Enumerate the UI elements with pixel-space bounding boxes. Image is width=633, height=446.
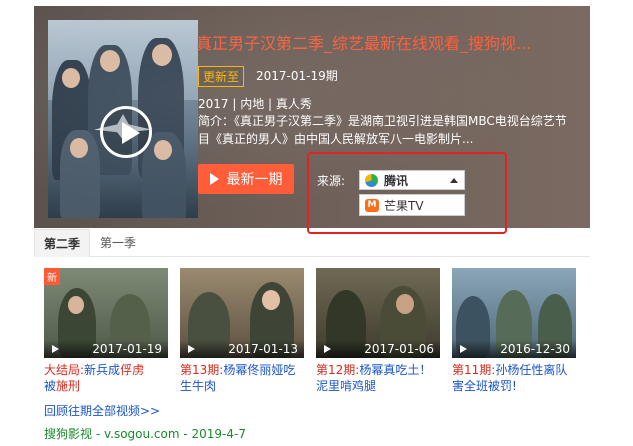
show-meta: 2017 | 内地 | 真人秀 <box>198 97 312 111</box>
source-selected-label: 腾讯 <box>384 173 409 188</box>
latest-episode-button[interactable]: 最新一期 <box>198 164 294 194</box>
tab-season-2[interactable]: 第二季 <box>34 229 90 257</box>
episode-title-text: 新兵成 <box>84 363 121 377</box>
episode-number: 第13期: <box>180 363 224 377</box>
episode-number: 大结局: <box>44 363 85 377</box>
new-badge: 新 <box>44 268 60 285</box>
play-icon <box>188 345 195 353</box>
episode-keyword: 俘虏 <box>120 363 145 377</box>
source-dropdown[interactable]: 腾讯 <box>359 170 465 190</box>
source-option-label: 芒果TV <box>384 198 424 213</box>
episode-card[interactable]: 2016-12-30 第11期:孙杨任性离队害全班被罚! <box>452 268 576 394</box>
episode-thumbnail[interactable]: 2017-01-06 <box>316 268 440 358</box>
episode-date: 2017-01-13 <box>228 342 298 356</box>
show-description: 简介：《真正男子汉第二季》是湖南卫视引进是韩国MBC电视台综艺节目《真正的男人》… <box>198 114 567 146</box>
thumbnail-face <box>68 296 84 314</box>
episode-thumbnail[interactable]: 2017-01-13 <box>180 268 304 358</box>
caret-up-icon <box>450 178 458 183</box>
episode-number: 第12期: <box>316 363 360 377</box>
episode-title[interactable]: 大结局:新兵成俘虏被施刑 <box>44 362 168 394</box>
episode-keyword: 施刑 <box>56 379 81 393</box>
show-title[interactable]: 真正男子汉第二季_综艺最新在线观看_搜狗视... <box>196 30 576 54</box>
source-label: 来源: <box>317 174 346 188</box>
episode-date: 2017-01-06 <box>364 342 434 356</box>
source-attribution: 搜狗影视 - v.sogou.com - 2019-4-7 <box>44 427 246 441</box>
play-triangle <box>122 122 140 144</box>
episode-date: 2017-01-19 <box>92 342 162 356</box>
play-icon <box>460 345 467 353</box>
episode-title[interactable]: 第11期:孙杨任性离队害全班被罚! <box>452 362 576 394</box>
play-icon <box>324 345 331 353</box>
episode-card[interactable]: 2017-01-13 第13期:杨幂佟丽娅吃生牛肉 <box>180 268 304 394</box>
play-icon <box>52 345 59 353</box>
tencent-video-logo <box>365 173 378 187</box>
episode-thumbnail[interactable]: 2016-12-30 <box>452 268 576 358</box>
poster-face <box>62 68 80 88</box>
tab-season-1[interactable]: 第一季 <box>100 229 136 257</box>
thumbnail-face <box>262 290 280 310</box>
episode-title-text: 被 <box>44 379 57 393</box>
poster-face <box>152 44 172 66</box>
hero-banner: 真正男子汉第二季_综艺最新在线观看_搜狗视... 更新至 2017-01-19期… <box>34 6 590 228</box>
episode-title[interactable]: 第12期:杨幂真吃土！泥里啃鸡腿 <box>316 362 440 394</box>
poster-face <box>70 138 88 158</box>
view-all-episodes-link[interactable]: 回顾往期全部视频>> <box>44 402 160 419</box>
episode-title[interactable]: 第13期:杨幂佟丽娅吃生牛肉 <box>180 362 304 394</box>
update-badge: 更新至 <box>198 66 245 87</box>
source-option-mango[interactable]: M 芒果TV <box>359 194 465 216</box>
update-date: 2017-01-19期 <box>256 69 338 83</box>
episode-date: 2016-12-30 <box>500 342 570 356</box>
play-icon <box>209 173 219 185</box>
poster-face <box>154 140 172 160</box>
mango-tv-logo: M <box>365 198 379 212</box>
episode-number: 第11期: <box>452 363 496 377</box>
latest-episode-label: 最新一期 <box>226 172 283 188</box>
season-tabs: 第二季 第一季 <box>34 229 590 257</box>
episode-card[interactable]: 2017-01-06 第12期:杨幂真吃土！泥里啃鸡腿 <box>316 268 440 394</box>
episode-card[interactable]: 新 2017-01-19 大结局:新兵成俘虏被施刑 <box>44 268 168 394</box>
poster-face <box>100 50 120 72</box>
thumbnail-face <box>396 294 414 314</box>
episode-thumbnail[interactable]: 新 2017-01-19 <box>44 268 168 358</box>
play-icon[interactable] <box>100 106 152 158</box>
